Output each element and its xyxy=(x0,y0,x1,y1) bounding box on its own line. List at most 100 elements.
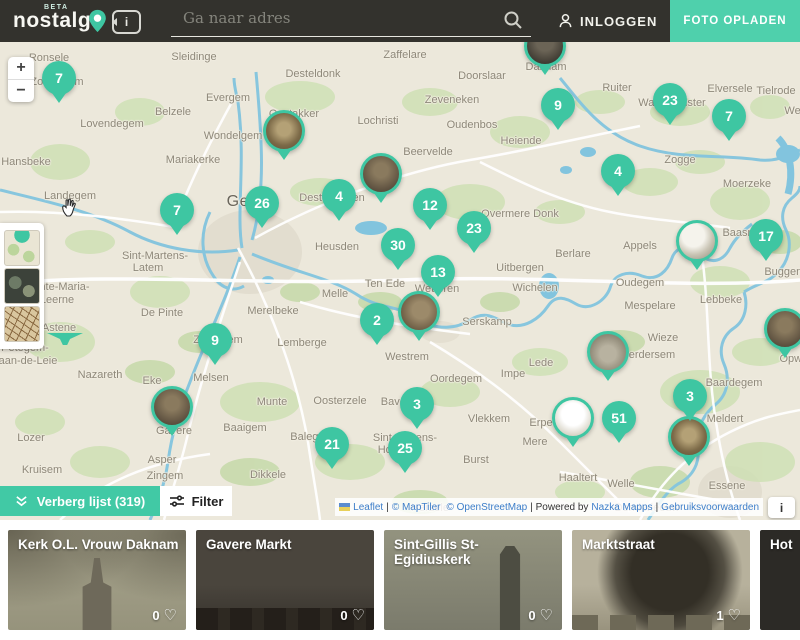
cluster-marker[interactable]: 51 xyxy=(602,401,636,435)
layer-switcher xyxy=(0,223,44,349)
map-place-label: Ruiter xyxy=(602,82,631,94)
photo-card[interactable]: Hot xyxy=(760,530,800,630)
photo-marker[interactable] xyxy=(398,291,440,333)
cluster-marker[interactable]: 26 xyxy=(245,186,279,220)
map-canvas[interactable]: + − Verberg lijst (319) Filter Leaflet |… xyxy=(0,42,800,520)
photo-marker[interactable] xyxy=(587,331,629,373)
cluster-marker[interactable]: 30 xyxy=(381,228,415,262)
photo-marker[interactable] xyxy=(552,397,594,439)
photo-card-title: Marktstraat xyxy=(582,537,744,552)
heart-icon[interactable]: ♡ xyxy=(164,606,177,624)
photo-marker[interactable] xyxy=(676,220,718,262)
heart-icon[interactable]: ♡ xyxy=(540,606,553,624)
cluster-marker[interactable]: 9 xyxy=(198,323,232,357)
cluster-marker[interactable]: 25 xyxy=(388,431,422,465)
mouse-cursor xyxy=(61,197,78,218)
cluster-marker[interactable]: 3 xyxy=(673,379,707,413)
like-count[interactable]: 0♡ xyxy=(528,606,553,624)
cluster-marker[interactable]: 17 xyxy=(749,219,783,253)
upload-photo-button[interactable]: FOTO OPLADEN xyxy=(670,0,800,42)
map-place-label: Nazareth xyxy=(78,369,123,381)
login-button[interactable]: INLOGGEN xyxy=(558,0,657,42)
cluster-marker[interactable]: 7 xyxy=(712,99,746,133)
map-place-label: Serskamp xyxy=(462,316,512,328)
attribution-text: | Powered by xyxy=(530,502,588,513)
cluster-marker[interactable]: 4 xyxy=(322,179,356,213)
attribution-link[interactable]: © MapTiler xyxy=(392,502,441,513)
cluster-marker[interactable]: 4 xyxy=(601,154,635,188)
cluster-marker[interactable]: 9 xyxy=(541,88,575,122)
map-place-label: Mariakerke xyxy=(166,154,220,166)
leaflet-flag-icon xyxy=(339,503,350,511)
photo-card[interactable]: Sint-Gillis St- Egidiuskerk0♡ xyxy=(384,530,562,630)
map-place-label: aan-de-Leie xyxy=(0,355,57,367)
photo-strip[interactable]: Kerk O.L. Vrouw Daknam0♡Gavere Markt0♡Si… xyxy=(0,520,800,640)
attribution-link[interactable]: Leaflet xyxy=(353,502,383,513)
map-attribution: Leaflet | © MapTiler © OpenStreetMap | P… xyxy=(335,498,763,516)
cluster-marker[interactable]: 7 xyxy=(42,61,76,95)
photo-marker[interactable] xyxy=(263,110,305,152)
map-place-label: Eke xyxy=(143,375,162,387)
user-icon xyxy=(558,13,573,29)
attribution-link[interactable]: Nazka Mapps xyxy=(591,502,652,513)
map-place-label: Oosterzele xyxy=(313,395,366,407)
map-place-label: Sint-Martens- xyxy=(122,250,188,262)
search-input[interactable] xyxy=(181,8,485,28)
map-place-label: Dikkele xyxy=(250,469,286,481)
hide-list-label: Verberg lijst (319) xyxy=(37,494,145,509)
like-number: 1 xyxy=(716,608,723,623)
photo-card[interactable]: Gavere Markt0♡ xyxy=(196,530,374,630)
like-number: 0 xyxy=(152,608,159,623)
map-place-label: Baaigem xyxy=(223,422,266,434)
photo-marker[interactable] xyxy=(668,416,710,458)
photo-card[interactable]: Kerk O.L. Vrouw Daknam0♡ xyxy=(8,530,186,630)
layer-thumbnail-historic[interactable] xyxy=(4,306,40,342)
zoom-in-button[interactable]: + xyxy=(8,57,34,80)
like-count[interactable]: 0♡ xyxy=(340,606,365,624)
cluster-marker[interactable]: 12 xyxy=(413,188,447,222)
cluster-marker[interactable]: 13 xyxy=(421,255,455,289)
login-label: INLOGGEN xyxy=(580,14,657,29)
double-chevron-down-icon xyxy=(15,495,28,508)
zoom-control: + − xyxy=(8,57,34,102)
map-place-label: Berlare xyxy=(555,248,590,260)
heart-icon[interactable]: ♡ xyxy=(352,606,365,624)
map-place-label: Leerne xyxy=(40,294,74,306)
filter-sliders-icon xyxy=(169,494,185,508)
search-icon[interactable] xyxy=(503,10,523,30)
map-place-label: Mespelare xyxy=(624,300,675,312)
map-place-label: Melle xyxy=(322,288,348,300)
photo-card[interactable]: Marktstraat1♡ xyxy=(572,530,750,630)
map-place-label: Asper xyxy=(148,454,177,466)
cluster-marker[interactable]: 23 xyxy=(653,83,687,117)
heart-icon[interactable]: ♡ xyxy=(728,606,741,624)
like-number: 0 xyxy=(340,608,347,623)
like-count[interactable]: 1♡ xyxy=(716,606,741,624)
photo-marker[interactable] xyxy=(151,386,193,428)
zoom-out-button[interactable]: − xyxy=(8,80,34,102)
cluster-marker[interactable]: 3 xyxy=(400,387,434,421)
hide-list-button[interactable]: Verberg lijst (319) xyxy=(0,486,160,516)
map-place-label: Zingem xyxy=(147,470,184,482)
map-place-label: Oudenbos xyxy=(447,119,498,131)
cluster-marker[interactable]: 2 xyxy=(360,303,394,337)
map-info-button[interactable]: i xyxy=(768,497,795,518)
info-button[interactable]: i xyxy=(112,10,141,34)
filter-button[interactable]: Filter xyxy=(160,486,232,516)
cluster-marker[interactable]: 7 xyxy=(160,193,194,227)
map-place-label: Baardegem xyxy=(706,377,763,389)
attribution-link[interactable]: Gebruiksvoorwaarden xyxy=(661,502,759,513)
map-place-label: Lovendegem xyxy=(80,118,144,130)
attribution-link[interactable]: © OpenStreetMap xyxy=(446,502,527,513)
cluster-marker[interactable]: 21 xyxy=(315,427,349,461)
map-place-label: Oordegem xyxy=(430,373,482,385)
like-count[interactable]: 0♡ xyxy=(152,606,177,624)
layer-thumbnail-satellite[interactable] xyxy=(4,268,40,304)
map-place-label: Impe xyxy=(501,368,525,380)
photo-marker[interactable] xyxy=(360,153,402,195)
map-place-label: Lemberge xyxy=(277,337,327,349)
layer-thumbnail-default[interactable] xyxy=(4,230,40,266)
cluster-marker[interactable]: 23 xyxy=(457,211,491,245)
photo-marker[interactable] xyxy=(764,308,800,350)
map-place-label: Sleidinge xyxy=(171,51,216,63)
